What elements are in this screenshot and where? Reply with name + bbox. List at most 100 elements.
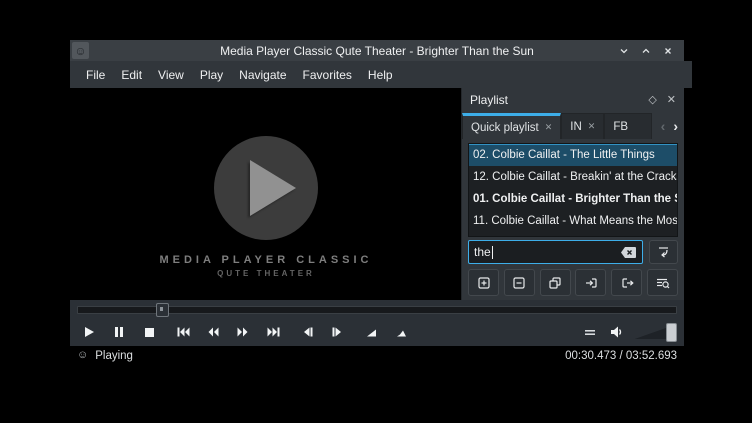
- playlist-search-input[interactable]: the: [468, 240, 643, 264]
- menu-help[interactable]: Help: [360, 64, 401, 86]
- marker-a-icon: [365, 326, 378, 339]
- window-title: Media Player Classic Qute Theater - Brig…: [70, 44, 684, 58]
- seek-bar[interactable]: [77, 306, 677, 314]
- rewind-icon: [206, 325, 220, 339]
- playlist-toolbar: [468, 269, 678, 294]
- step-back-icon: [301, 325, 314, 339]
- skip-backward-icon: [176, 325, 191, 339]
- pause-icon: [112, 325, 126, 339]
- play-button[interactable]: [74, 320, 104, 344]
- fast-forward-button[interactable]: [228, 320, 258, 344]
- play-icon: [82, 325, 96, 339]
- export-playlist-button[interactable]: [611, 269, 642, 296]
- ab-marker-b-button[interactable]: [386, 320, 416, 344]
- skip-forward-icon: [266, 325, 281, 339]
- logo-subtitle: QUTE THEATER: [70, 269, 462, 278]
- menu-view[interactable]: View: [150, 64, 192, 86]
- equalizer-menu-button[interactable]: [581, 320, 599, 344]
- add-item-button[interactable]: [468, 269, 499, 296]
- playlist-item[interactable]: 02. Colbie Caillat - The Little Things: [469, 144, 677, 166]
- fast-forward-icon: [236, 325, 250, 339]
- marker-b-icon: [395, 326, 408, 339]
- tab-label: FB: [613, 121, 628, 133]
- tab-close-icon[interactable]: ✕: [545, 122, 553, 133]
- remove-item-button[interactable]: [504, 269, 535, 296]
- tab-in[interactable]: IN ✕: [561, 113, 604, 139]
- remove-icon: [512, 276, 526, 290]
- close-button[interactable]: [660, 43, 676, 59]
- volume-slider[interactable]: [635, 323, 677, 341]
- volume-handle[interactable]: [666, 323, 677, 342]
- content-area: MEDIA PLAYER CLASSIC QUTE THEATER Playli…: [70, 88, 684, 300]
- transport-toolbar: [70, 300, 684, 346]
- playlist-panel-title: Playlist: [470, 93, 508, 107]
- playlist-tabbar: Quick playlist ✕ IN ✕ FB ‹ ›: [462, 113, 684, 139]
- menu-edit[interactable]: Edit: [113, 64, 150, 86]
- tab-label: Quick playlist: [471, 122, 539, 134]
- menu-navigate[interactable]: Navigate: [231, 64, 294, 86]
- chevron-up-icon: [640, 45, 652, 57]
- tab-scroll-left-icon[interactable]: ‹: [661, 118, 666, 134]
- title-bar[interactable]: ☺ Media Player Classic Qute Theater - Br…: [70, 40, 684, 61]
- menu-bar: File Edit View Play Navigate Favorites H…: [70, 61, 692, 88]
- pause-button[interactable]: [104, 320, 134, 344]
- playlist-panel-header[interactable]: Playlist ◇ ✕: [462, 88, 684, 112]
- status-bar: ☺ Playing 00:30.473 / 03:52.693: [70, 346, 684, 365]
- video-area[interactable]: MEDIA PLAYER CLASSIC QUTE THEATER: [70, 88, 462, 300]
- clear-search-button[interactable]: [620, 246, 637, 259]
- search-text: the: [474, 245, 491, 259]
- maximize-button[interactable]: [638, 43, 654, 59]
- time-display: 00:30.473 / 03:52.693: [565, 350, 677, 362]
- app-window: ☺ Media Player Classic Qute Theater - Br…: [70, 40, 684, 365]
- mute-button[interactable]: [607, 320, 627, 344]
- seek-handle[interactable]: [156, 303, 169, 317]
- add-icon: [477, 276, 491, 290]
- goto-current-icon: [656, 245, 671, 259]
- status-smiley-icon: ☺: [77, 350, 88, 361]
- play-logo-icon: [250, 160, 296, 216]
- mpc-logo: MEDIA PLAYER CLASSIC QUTE THEATER: [70, 88, 462, 300]
- logo-title: MEDIA PLAYER CLASSIC: [70, 254, 462, 266]
- stop-icon: [142, 325, 156, 339]
- menu-play[interactable]: Play: [192, 64, 231, 86]
- text-cursor: [492, 246, 493, 259]
- import-playlist-button[interactable]: [575, 269, 606, 296]
- close-panel-icon[interactable]: ✕: [667, 95, 676, 106]
- skip-backward-button[interactable]: [168, 320, 198, 344]
- app-icon: ☺: [72, 42, 89, 59]
- duplicate-icon: [548, 276, 562, 290]
- float-panel-icon[interactable]: ◇: [648, 95, 656, 106]
- frame-step-back-button[interactable]: [292, 320, 322, 344]
- import-icon: [584, 276, 598, 290]
- duplicate-playlist-button[interactable]: [540, 269, 571, 296]
- ab-marker-a-button[interactable]: [356, 320, 386, 344]
- export-icon: [620, 276, 634, 290]
- logo-circle: [214, 136, 318, 240]
- backspace-clear-icon: [620, 246, 637, 259]
- equals-icon: [584, 326, 596, 338]
- tab-quick-playlist[interactable]: Quick playlist ✕: [462, 113, 561, 139]
- close-icon: [662, 45, 674, 57]
- playlist-list: 02. Colbie Caillat - The Little Things 1…: [468, 143, 678, 237]
- playlist-item[interactable]: 12. Colbie Caillat - Breakin' at the Cra…: [469, 166, 677, 188]
- stop-button[interactable]: [134, 320, 164, 344]
- minimize-button[interactable]: [616, 43, 632, 59]
- smiley-icon: ☺: [74, 45, 86, 57]
- menu-file[interactable]: File: [78, 64, 113, 86]
- tab-fb[interactable]: FB: [604, 113, 652, 139]
- tab-scroll-right-icon[interactable]: ›: [673, 118, 678, 134]
- playback-state: Playing: [95, 350, 133, 362]
- search-list-icon: [655, 276, 670, 290]
- playlist-item[interactable]: 11. Colbie Caillat - What Means the Most: [469, 210, 677, 232]
- menu-favorites[interactable]: Favorites: [295, 64, 360, 86]
- step-forward-icon: [331, 325, 344, 339]
- chevron-down-icon: [618, 45, 630, 57]
- tab-close-icon[interactable]: ✕: [588, 121, 596, 132]
- skip-forward-button[interactable]: [258, 320, 288, 344]
- scroll-to-current-button[interactable]: [649, 240, 678, 264]
- rewind-button[interactable]: [198, 320, 228, 344]
- playlist-item-playing[interactable]: 01. Colbie Caillat - Brighter Than the S…: [469, 188, 677, 210]
- playlist-panel: Playlist ◇ ✕ Quick playlist ✕ IN ✕ FB: [461, 88, 684, 300]
- frame-step-forward-button[interactable]: [322, 320, 352, 344]
- quick-search-button[interactable]: [647, 269, 678, 296]
